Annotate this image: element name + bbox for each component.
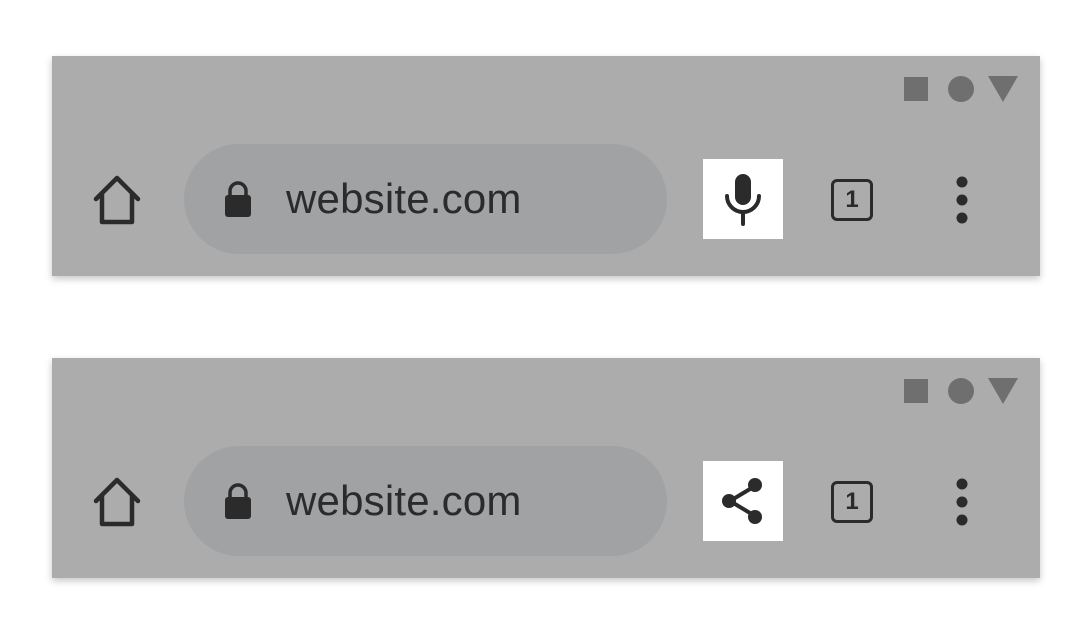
circle-icon: [948, 378, 974, 404]
share-icon: [722, 478, 762, 524]
square-icon: [904, 77, 928, 101]
toolbar: website.com 1: [52, 144, 1040, 254]
tab-count-badge: 1: [831, 179, 873, 221]
overflow-menu-button[interactable]: [942, 474, 982, 530]
overflow-menu-button[interactable]: [942, 172, 982, 228]
more-vert-icon: [956, 176, 968, 224]
lock-icon: [220, 179, 256, 219]
tab-switcher-button[interactable]: 1: [824, 172, 880, 228]
system-status-icons: [904, 76, 1018, 102]
home-icon: [93, 175, 141, 225]
browser-toolbar-voice-variant: website.com 1: [52, 56, 1040, 276]
more-vert-icon: [956, 478, 968, 526]
triangle-icon: [988, 76, 1018, 102]
microphone-icon: [725, 174, 761, 226]
tab-count-badge: 1: [831, 481, 873, 523]
home-button[interactable]: [90, 173, 144, 227]
url-text: website.com: [286, 175, 522, 222]
address-bar[interactable]: website.com: [184, 144, 667, 254]
circle-icon: [948, 76, 974, 102]
address-bar[interactable]: website.com: [184, 446, 667, 556]
share-button[interactable]: [703, 461, 783, 541]
lock-icon: [220, 481, 256, 521]
square-icon: [904, 379, 928, 403]
toolbar: website.com 1: [52, 446, 1040, 556]
home-button[interactable]: [90, 475, 144, 529]
url-text: website.com: [286, 477, 522, 524]
triangle-icon: [988, 378, 1018, 404]
tab-switcher-button[interactable]: 1: [824, 474, 880, 530]
home-icon: [93, 477, 141, 527]
browser-toolbar-share-variant: website.com 1: [52, 358, 1040, 578]
system-status-icons: [904, 378, 1018, 404]
voice-search-button[interactable]: [703, 159, 783, 239]
